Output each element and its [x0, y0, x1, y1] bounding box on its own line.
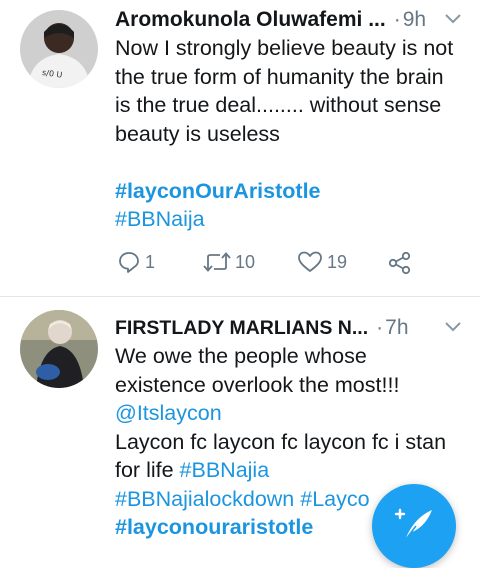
- hashtag-link[interactable]: #layconouraristotle: [115, 515, 313, 539]
- chevron-down-icon[interactable]: [444, 320, 462, 338]
- retweet-icon: [203, 250, 231, 274]
- text-line: Now I strongly believe beauty is not: [115, 36, 454, 60]
- share-button[interactable]: [387, 250, 413, 276]
- tweet-text: Now I strongly believe beauty is not the…: [115, 34, 468, 234]
- retweet-count: 10: [235, 251, 256, 272]
- author-name[interactable]: FIRSTLADY MARLIANS N...: [115, 317, 368, 340]
- text-line: beauty is useless: [115, 121, 280, 146]
- avatar[interactable]: s/0 U: [20, 10, 98, 88]
- timestamp[interactable]: 7h: [385, 316, 408, 340]
- separator: ·: [393, 8, 401, 31]
- text-line: for life: [115, 458, 180, 482]
- retweet-button[interactable]: 10: [203, 250, 255, 274]
- reply-count: 1: [145, 251, 156, 272]
- text-line: Laycon fc laycon fc laycon fc i stan: [115, 429, 447, 454]
- timestamp[interactable]: 9h: [403, 8, 426, 32]
- tweet-divider: [0, 296, 480, 297]
- text-line: existence overlook the most!!!: [115, 372, 400, 397]
- share-icon: [387, 250, 413, 276]
- heart-icon: [297, 250, 323, 274]
- separator: ·: [376, 316, 384, 339]
- like-button[interactable]: 19: [297, 250, 347, 274]
- like-count: 19: [327, 251, 348, 272]
- hashtag-link[interactable]: #Layco: [300, 487, 369, 511]
- tweet-header: FIRSTLADY MARLIANS N... · 7h: [115, 314, 462, 342]
- text-line: We owe the people whose: [115, 344, 367, 368]
- avatar[interactable]: [20, 310, 98, 388]
- text-line: the true form of humanity the brain: [115, 64, 444, 89]
- text-line: is the true deal........ without sense: [115, 93, 442, 117]
- compose-tweet-button[interactable]: [372, 484, 456, 568]
- reply-button[interactable]: 1: [117, 250, 155, 274]
- mention-link[interactable]: @Itslaycon: [115, 401, 222, 425]
- reply-icon: [117, 250, 141, 274]
- hashtag-link[interactable]: #BBNaija: [115, 207, 205, 231]
- hashtag-link[interactable]: #BBNajia: [180, 458, 270, 482]
- avatar-image: s/0 U: [20, 10, 98, 88]
- tweet-actions: 1 10 19: [115, 250, 480, 280]
- author-name[interactable]: Aromokunola Oluwafemi ...: [115, 8, 386, 32]
- hashtag-link[interactable]: #layconOurAristotle: [115, 179, 321, 203]
- hashtag-link[interactable]: #BBNajialockdown: [115, 487, 294, 511]
- tweet-header: Aromokunola Oluwafemi ... · 9h: [115, 6, 462, 34]
- avatar-image: [20, 310, 98, 388]
- chevron-down-icon[interactable]: [444, 12, 462, 30]
